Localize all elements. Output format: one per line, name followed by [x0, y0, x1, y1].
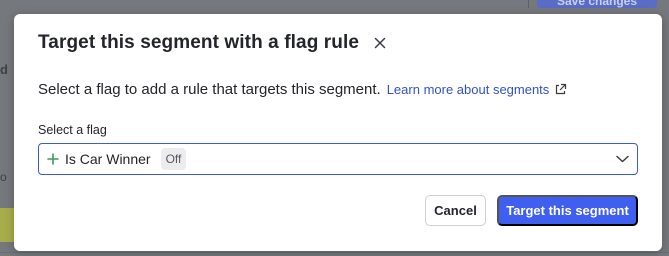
status-badge: Off	[160, 148, 187, 170]
background-divider	[0, 252, 669, 253]
background-divider	[528, 0, 529, 8]
background-partial-text: d	[0, 62, 8, 77]
chevron-down-icon[interactable]	[615, 152, 629, 166]
plus-icon	[47, 153, 59, 165]
selected-flag-name: Is Car Winner	[65, 151, 151, 167]
external-link-icon	[554, 83, 567, 96]
modal-header: Target this segment with a flag rule	[38, 32, 389, 54]
select-flag-label: Select a flag	[38, 123, 107, 137]
modal-description: Select a flag to add a rule that targets…	[38, 81, 567, 98]
target-segment-modal: Target this segment with a flag rule Sel…	[14, 14, 662, 251]
background-save-changes-button: Save changes	[537, 0, 657, 8]
target-this-segment-button[interactable]: Target this segment	[497, 195, 638, 226]
cancel-button[interactable]: Cancel	[425, 195, 486, 226]
flag-select[interactable]: Is Car Winner Off	[38, 143, 638, 175]
learn-more-label: Learn more about segments	[386, 82, 550, 97]
description-text: Select a flag to add a rule that targets…	[38, 81, 381, 98]
modal-title: Target this segment with a flag rule	[38, 32, 360, 53]
learn-more-link[interactable]: Learn more about segments	[387, 82, 568, 97]
close-icon[interactable]	[371, 34, 389, 52]
background-partial-text: o	[0, 170, 7, 184]
background-chip	[0, 208, 14, 242]
